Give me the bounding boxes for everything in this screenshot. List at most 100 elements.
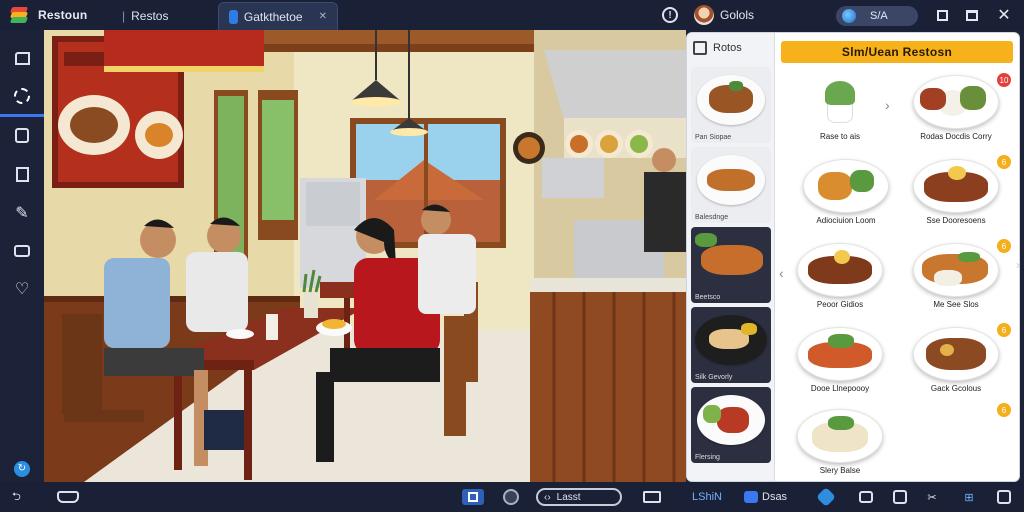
screenshot-button[interactable] [858,489,874,505]
dish-image [797,409,883,463]
close-button[interactable]: ✕ [995,6,1013,24]
menu-title: Slm/Uean Restosn [781,41,1013,63]
app-logo-icon [8,4,30,26]
thumbnail-caption: Pan Siopae [695,134,732,141]
menu-item[interactable]: Adiociuion Loom [791,153,901,235]
record-icon [503,489,519,505]
refresh-icon: ↻ [14,461,30,477]
favorite-badge: 6 [997,239,1011,253]
maximize-button[interactable] [963,6,981,24]
menu-item[interactable]: Gack Gcolous [901,321,1011,403]
multitask-button[interactable] [462,489,484,505]
home-button[interactable] [56,489,80,505]
fullscreen-icon [997,490,1011,504]
thumbnail-caption: Silk Gevorly [695,374,733,381]
sidebar-item-camera[interactable] [12,241,32,261]
sidebar-active-indicator [0,114,44,117]
thumbnail-2[interactable]: Beetsco [691,227,771,303]
garnish-image [729,81,743,91]
app-icon [15,127,29,143]
sidebar-item-document[interactable] [12,164,32,184]
globe-icon [842,9,856,23]
screen-button[interactable]: LShiN [692,489,722,505]
plant-image [815,77,865,127]
close-tab-icon[interactable]: ✕ [319,11,327,22]
shake-button[interactable] [892,489,908,505]
dish-image [797,243,883,297]
favorite-badge: 6 [997,155,1011,169]
tab-app-icon [229,9,238,24]
menu-category-sidebar: Rotos Pan Siopae Balesdnge Beetsco Silk … [687,33,775,481]
games-button[interactable]: Dsas [744,489,787,505]
chevron-left-icon[interactable]: ‹ [779,265,784,281]
search-input[interactable]: ‹› Lasst [536,488,622,506]
keyboard-icon [643,491,661,503]
home-icon [14,51,30,65]
menu-item[interactable]: Dooe Llnepoooy [785,321,895,403]
close-icon: ✕ [997,7,1011,24]
sync-label: S/A [870,10,888,22]
menu-item[interactable]: Slery Balse [785,403,895,481]
dish-image [913,159,999,213]
menu-item[interactable]: Rase to ais [785,69,895,151]
keyboard-button[interactable] [642,489,662,505]
sidebar-item-home[interactable] [12,48,32,68]
brush-icon: ✎ [15,205,29,222]
settings-button[interactable]: ✂ [924,489,940,505]
menu-item-label: Gack Gcolous [930,384,982,393]
menu-item-label: Adiociuion Loom [816,216,876,225]
dish-image [913,327,999,381]
garnish-image [695,233,717,247]
games-label: Dsas [762,491,788,503]
camera-icon [859,491,873,503]
sidebar-item-refresh[interactable]: ↻ [12,459,32,479]
info-icon[interactable]: ! [662,7,678,23]
document-icon [15,166,29,182]
menu-item-label: Rodas Docdis Corry [920,132,992,141]
sidebar: ✎ ♡ ↻ [0,30,44,482]
more-icon: ⊞ [964,491,974,504]
gamepad-icon [744,491,758,503]
thumbnail-4[interactable]: Flersing [691,387,771,463]
chevron-right-icon[interactable]: › [885,97,890,113]
sync-status-button[interactable]: S/A [836,6,918,26]
sidebar-item-apps[interactable] [12,125,32,145]
menu-left-header: Rotos [693,41,742,55]
minimize-icon [936,9,948,21]
thumbnail-0[interactable]: Pan Siopae [691,67,771,143]
tab-restos[interactable]: | Restos [112,2,212,30]
avatar[interactable] [694,5,714,25]
thumbnail-1[interactable]: Balesdnge [691,147,771,223]
garnish-image [703,405,721,423]
record-button[interactable] [502,489,520,505]
back-button[interactable]: ⮌ [12,489,21,505]
settings-icon [14,88,30,104]
tab-gatkthetoe[interactable]: Gatkthetoe ✕ [218,2,338,30]
menu-item[interactable]: Peoor Gidios [785,237,895,319]
user-name: Golols [720,8,755,22]
sidebar-item-settings[interactable] [12,86,32,106]
more-button[interactable]: ⊞ [958,489,980,505]
emulator-viewport[interactable] [44,30,686,482]
menu-item-label: Me See Slos [933,300,979,309]
sidebar-item-favorites[interactable]: ♡ [12,279,32,299]
thumbnail-caption: Flersing [695,454,720,461]
menu-item[interactable]: Me See Slos [901,237,1011,319]
fullscreen-button[interactable] [994,489,1014,505]
thumbnail-3[interactable]: Silk Gevorly [691,307,771,383]
menu-item-label: Peoor Gidios [816,300,864,309]
sidebar-item-brush[interactable]: ✎ [12,203,32,223]
restore-icon [966,9,978,21]
grid-icon [468,492,478,502]
panel-expand-arrow-icon[interactable]: › [1016,258,1024,274]
menu-item[interactable]: Rodas Docdis Corry [901,69,1011,151]
food-image [717,407,749,433]
thumbnail-caption: Balesdnge [695,214,729,221]
back-icon: ⮌ [12,490,21,503]
macro-button[interactable] [816,487,836,507]
menu-item[interactable]: Sse Dooresoens [901,153,1011,235]
home-shape-icon [57,491,79,503]
heart-icon: ♡ [14,281,30,298]
menu-panel: Rotos Pan Siopae Balesdnge Beetsco Silk … [686,32,1020,482]
minimize-button[interactable] [933,6,951,24]
